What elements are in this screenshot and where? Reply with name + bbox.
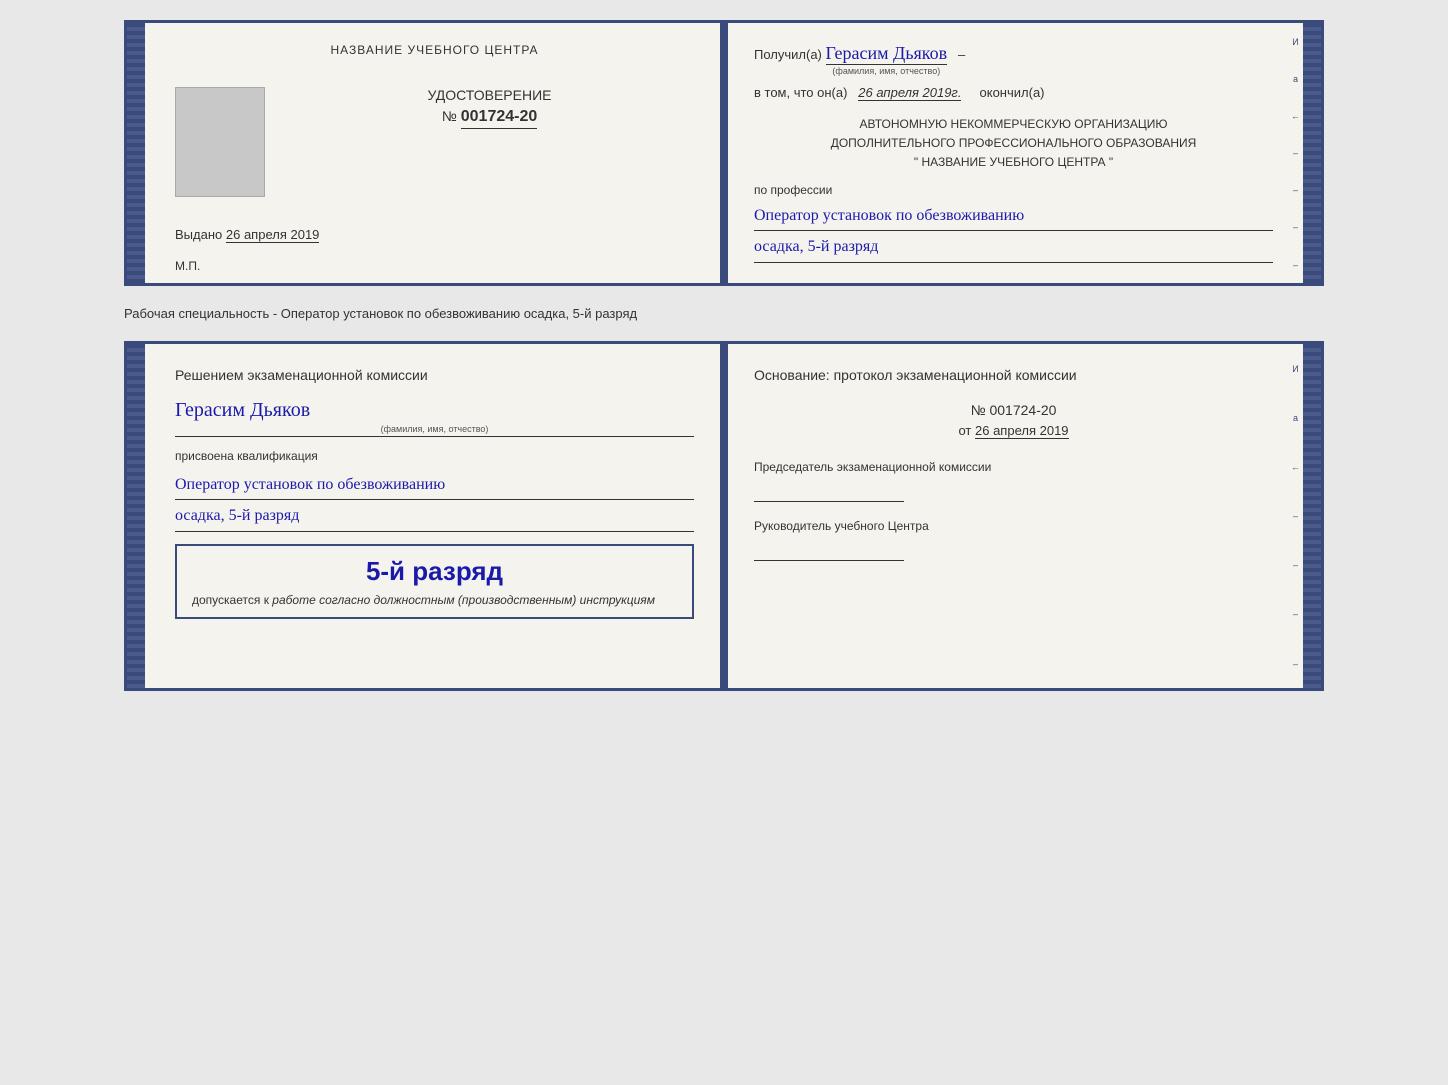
basis-number: № 001724-20 — [754, 402, 1273, 418]
recipient-line: Получил(а) Герасим Дьяков (фамилия, имя,… — [754, 43, 1273, 65]
stamp-permission: допускается к работе согласно должностны… — [192, 593, 677, 607]
date-value: 26 апреля 2019г. — [858, 85, 961, 101]
dash: – — [958, 47, 965, 62]
director-signature-line — [754, 543, 904, 561]
cert-number-block: УДОСТОВЕРЕНИЕ № 001724-20 — [285, 87, 694, 129]
date-prefix: в том, что он(а) — [754, 85, 847, 100]
side-decoration-bottom: И а ← – – – – — [1288, 344, 1303, 688]
spine-right — [1303, 23, 1321, 283]
profession-sub: осадка, 5-й разряд — [754, 233, 1273, 263]
recipient-prefix: Получил(а) — [754, 47, 822, 62]
basis-title: Основание: протокол экзаменационной коми… — [754, 364, 1273, 386]
chairman-signature-line — [754, 484, 904, 502]
commission-title: Решением экзаменационной комиссии — [175, 364, 694, 386]
org-line2: ДОПОЛНИТЕЛЬНОГО ПРОФЕССИОНАЛЬНОГО ОБРАЗО… — [754, 134, 1273, 153]
cert-photo-area: УДОСТОВЕРЕНИЕ № 001724-20 — [175, 87, 694, 197]
qualification-sub: осадка, 5-й разряд — [175, 502, 694, 532]
org-block: АВТОНОМНУЮ НЕКОММЕРЧЕСКУЮ ОРГАНИЗАЦИЮ ДО… — [754, 115, 1273, 173]
cert-number-prefix: № — [442, 108, 457, 124]
name-subtitle: (фамилия, имя, отчество) — [832, 66, 940, 76]
profession-label: по профессии — [754, 183, 1273, 197]
cert-issued-block: Выдано 26 апреля 2019 — [175, 227, 694, 242]
qualification-value: Оператор установок по обезвоживанию — [175, 471, 694, 501]
chairman-title: Председатель экзаменационной комиссии — [754, 458, 1273, 476]
date-suffix: окончил(а) — [980, 85, 1045, 100]
top-cert-right-page: Получил(а) Герасим Дьяков (фамилия, имя,… — [724, 23, 1303, 283]
org-line1: АВТОНОМНУЮ НЕКОММЕРЧЕСКУЮ ОРГАНИЗАЦИЮ — [754, 115, 1273, 134]
side-decoration-top: И а ← – – – – — [1288, 23, 1303, 283]
cert-label: УДОСТОВЕРЕНИЕ — [285, 87, 694, 103]
basis-date-value: 26 апреля 2019 — [975, 423, 1069, 439]
director-block: Руководитель учебного Центра — [754, 517, 1273, 561]
basis-date-prefix: от — [958, 423, 971, 438]
top-certificate-book: НАЗВАНИЕ УЧЕБНОГО ЦЕНТРА УДОСТОВЕРЕНИЕ №… — [124, 20, 1324, 286]
cert-training-center-title: НАЗВАНИЕ УЧЕБНОГО ЦЕНТРА — [175, 43, 694, 57]
stamp-permission-italic: работе согласно должностным (производств… — [272, 593, 655, 607]
mp-label: М.П. — [175, 259, 200, 273]
top-cert-left-page: НАЗВАНИЕ УЧЕБНОГО ЦЕНТРА УДОСТОВЕРЕНИЕ №… — [145, 23, 724, 283]
basis-date: от 26 апреля 2019 — [754, 423, 1273, 438]
commission-name-subtitle: (фамилия, имя, отчество) — [381, 424, 489, 434]
chairman-block: Председатель экзаменационной комиссии — [754, 458, 1273, 502]
recipient-name: Герасим Дьяков (фамилия, имя, отчество) — [826, 43, 948, 65]
commission-name: Герасим Дьяков (фамилия, имя, отчество) — [175, 399, 694, 437]
bottom-cert-left-page: Решением экзаменационной комиссии Гераси… — [145, 344, 724, 688]
date-line: в том, что он(а) 26 апреля 2019г. окончи… — [754, 85, 1273, 100]
spine-right-bottom — [1303, 344, 1321, 688]
bottom-cert-right-page: Основание: протокол экзаменационной коми… — [724, 344, 1303, 688]
bottom-certificate-book: Решением экзаменационной комиссии Гераси… — [124, 341, 1324, 691]
profession-value: Оператор установок по обезвоживанию — [754, 202, 1273, 232]
stamp-rank: 5-й разряд — [192, 556, 677, 587]
separator-label: Рабочая специальность - Оператор установ… — [124, 298, 1324, 329]
issued-date: 26 апреля 2019 — [226, 227, 320, 243]
stamp-box: 5-й разряд допускается к работе согласно… — [175, 544, 694, 619]
issued-label: Выдано — [175, 227, 222, 242]
qualification-label: присвоена квалификация — [175, 449, 694, 463]
spine-left-bottom — [127, 344, 145, 688]
document-container: НАЗВАНИЕ УЧЕБНОГО ЦЕНТРА УДОСТОВЕРЕНИЕ №… — [124, 20, 1324, 691]
cert-number: 001724-20 — [461, 108, 538, 129]
director-title: Руководитель учебного Центра — [754, 517, 1273, 535]
photo-placeholder — [175, 87, 265, 197]
org-line3: " НАЗВАНИЕ УЧЕБНОГО ЦЕНТРА " — [754, 153, 1273, 172]
spine-left — [127, 23, 145, 283]
